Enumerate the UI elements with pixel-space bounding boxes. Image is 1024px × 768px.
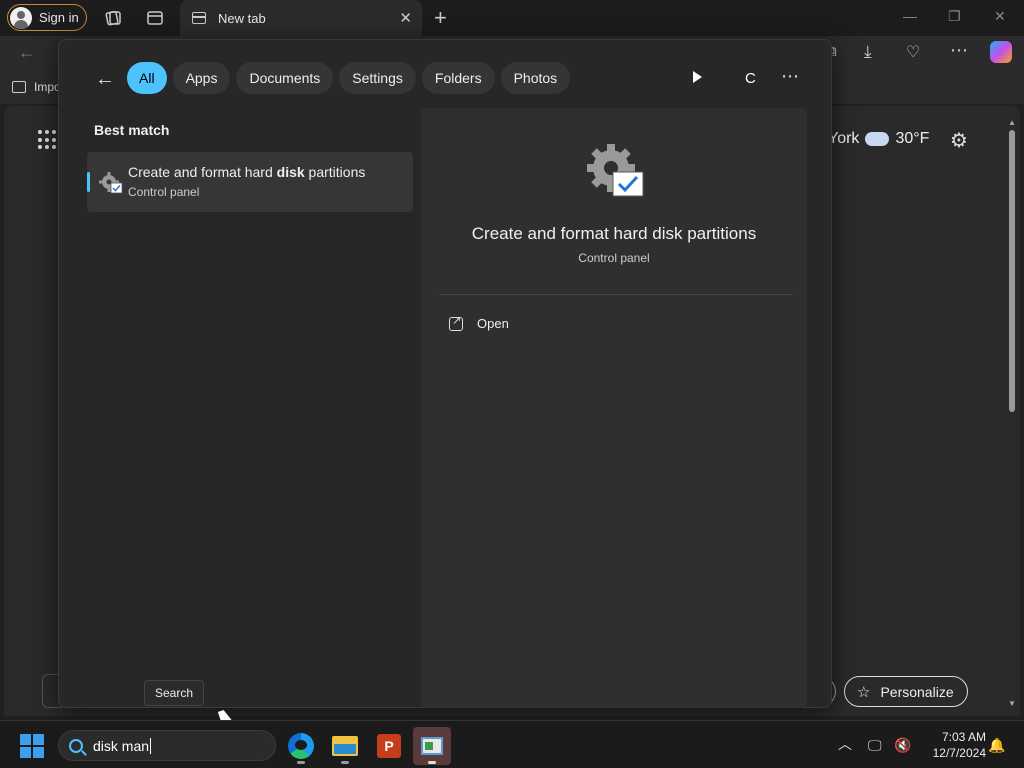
filter-chip-apps[interactable]: Apps	[172, 62, 231, 94]
tab-close-icon[interactable]: ✕	[399, 9, 412, 27]
user-account-initial[interactable]: C	[745, 70, 756, 87]
filter-chip-documents[interactable]: Documents	[236, 62, 334, 94]
app-launcher-icon[interactable]	[38, 130, 58, 150]
control-panel-large-gear-icon	[587, 144, 644, 197]
new-tab-plus-icon[interactable]: +	[434, 5, 447, 31]
search-magnifier-icon	[69, 738, 83, 753]
show-hidden-icons-chevron-icon[interactable]: ︿	[838, 734, 852, 754]
result-title: Create and format hard disk partitions	[128, 164, 366, 180]
scroll-up-arrow-icon[interactable]: ▲	[1008, 118, 1016, 127]
running-indicator	[428, 761, 436, 764]
search-options-more-icon[interactable]: ⋯	[781, 66, 800, 87]
tab-page-icon	[192, 12, 206, 24]
page-settings-gear-icon[interactable]: ⚙	[950, 128, 968, 153]
filter-chip-all[interactable]: All	[127, 62, 167, 94]
control-panel-gear-icon	[99, 172, 123, 194]
bookmark-item-import[interactable]: Impo	[12, 80, 61, 94]
system-clock[interactable]: 7:03 AM 12/7/2024	[922, 729, 986, 761]
detail-title: Create and format hard disk partitions	[471, 224, 757, 243]
selection-accent-bar	[87, 172, 90, 192]
taskbar-search-input[interactable]: disk man	[93, 738, 149, 754]
close-window-icon[interactable]: ✕	[994, 8, 1006, 25]
filter-chip-settings[interactable]: Settings	[339, 62, 416, 94]
windows-search-panel: ← All Apps Documents Settings Folders Ph…	[58, 39, 832, 708]
restore-icon[interactable]: ❐	[948, 8, 961, 25]
weather-city: York	[828, 130, 860, 147]
taskbar-control-panel-app[interactable]	[413, 727, 451, 765]
search-tooltip: Search	[144, 680, 205, 706]
bookmark-label: Impo	[34, 80, 61, 94]
more-filters-play-icon[interactable]	[693, 71, 702, 83]
clock-date: 12/7/2024	[932, 746, 986, 760]
open-action[interactable]: Open	[449, 314, 509, 331]
tab-title: New tab	[218, 10, 266, 26]
tab-actions-icon[interactable]	[146, 9, 164, 27]
partly-cloudy-icon	[865, 125, 890, 146]
running-indicator	[341, 761, 349, 764]
copilot-icon[interactable]	[990, 41, 1012, 63]
running-indicator	[297, 761, 305, 764]
scrollbar-thumb[interactable]	[1009, 130, 1015, 412]
minimize-icon[interactable]: —	[903, 8, 917, 24]
signin-label: Sign in	[39, 10, 79, 25]
personalize-label: Personalize	[880, 683, 954, 700]
filter-chip-folders[interactable]: Folders	[421, 62, 495, 94]
network-icon[interactable]: 🖵	[868, 737, 882, 754]
result-detail-pane: Create and format hard disk partitions C…	[421, 108, 807, 708]
browser-titlebar: Sign in New tab ✕ + — ❐ ✕	[0, 0, 1024, 36]
control-panel-icon	[421, 737, 443, 755]
taskbar-edge-app[interactable]	[282, 727, 320, 765]
clock-time: 7:03 AM	[941, 730, 986, 744]
weather-widget[interactable]: York 30°F	[828, 125, 930, 148]
scroll-down-arrow-icon[interactable]: ▼	[1008, 699, 1016, 708]
filter-chip-photos[interactable]: Photos	[500, 62, 571, 94]
best-match-heading: Best match	[94, 122, 170, 138]
personalize-button[interactable]: ☆ Personalize	[844, 676, 968, 707]
signin-button[interactable]: Sign in	[7, 4, 87, 31]
taskbar-file-explorer-app[interactable]	[326, 727, 364, 765]
more-menu-icon[interactable]: ⋯	[950, 40, 968, 61]
start-windows-logo-icon[interactable]	[20, 734, 44, 758]
result-subtitle: Control panel	[128, 185, 200, 199]
sparkle-star-icon: ☆	[857, 683, 871, 701]
open-external-icon	[449, 314, 463, 331]
search-filter-chips: All Apps Documents Settings Folders Phot…	[127, 62, 571, 94]
volume-muted-icon[interactable]: 🔇	[894, 737, 911, 754]
file-explorer-icon	[332, 736, 358, 756]
detail-subtitle: Control panel	[578, 251, 650, 265]
taskbar: disk man P ︿ 🖵 🔇 7:03 AM 12/7/2024 🔔	[0, 720, 1024, 768]
page-scrollbar[interactable]: ▲ ▼	[1008, 118, 1016, 708]
workspaces-icon[interactable]	[104, 9, 122, 27]
detail-divider	[439, 294, 793, 295]
text-caret	[150, 737, 152, 754]
search-back-arrow-icon[interactable]: ←	[95, 68, 115, 91]
profile-avatar-icon	[10, 6, 32, 29]
downloads-icon[interactable]: ⤓	[864, 42, 872, 62]
taskbar-search-box[interactable]: disk man	[58, 730, 276, 761]
back-arrow-icon[interactable]: ←	[18, 42, 36, 63]
import-folder-icon	[12, 81, 26, 93]
browser-essentials-icon[interactable]: ♡	[906, 42, 920, 62]
notifications-bell-icon[interactable]: 🔔	[988, 737, 1005, 754]
taskbar-powerpoint-app[interactable]: P	[370, 727, 408, 765]
open-action-label: Open	[477, 316, 509, 331]
powerpoint-icon: P	[377, 734, 401, 758]
edge-icon	[288, 733, 314, 759]
tab-new-tab[interactable]: New tab ✕	[180, 0, 422, 36]
best-match-result[interactable]: Create and format hard disk partitions C…	[87, 152, 413, 212]
weather-temp: 30°F	[895, 130, 930, 147]
